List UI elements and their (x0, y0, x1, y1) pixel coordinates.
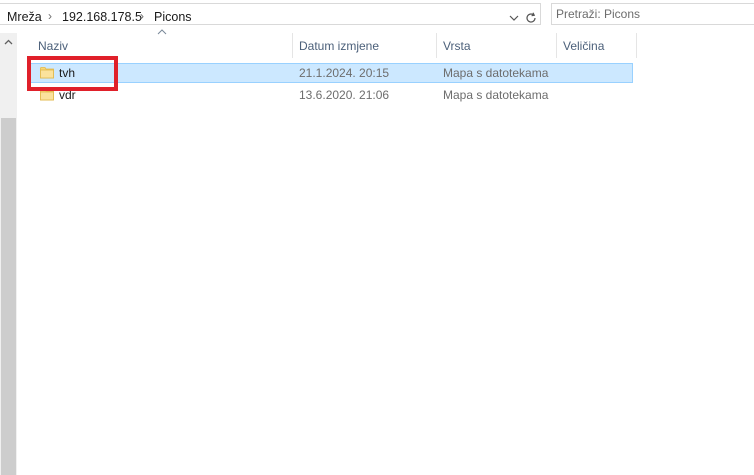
column-header-name[interactable]: Naziv (38, 33, 292, 58)
column-header-date-modified[interactable]: Datum izmjene (299, 33, 436, 58)
column-header-type[interactable]: Vrsta (443, 33, 556, 58)
chevron-right-icon[interactable]: › (48, 9, 52, 23)
refresh-button[interactable] (522, 8, 540, 28)
column-divider[interactable] (292, 33, 293, 58)
address-history-button[interactable] (505, 8, 522, 28)
row-name: tvh (59, 66, 76, 80)
scrollbar-thumb[interactable] (1, 118, 16, 475)
breadcrumb-current-folder[interactable]: Picons (154, 10, 192, 24)
address-bar-row: Mreža › 192.168.178.5 › Picons (0, 0, 754, 29)
breadcrumb-network[interactable]: Mreža (7, 10, 42, 24)
refresh-icon (526, 12, 536, 23)
row-type: Mapa s datotekama (443, 66, 549, 80)
scroll-up-button[interactable] (0, 33, 17, 50)
row-name: vdr (59, 88, 76, 102)
file-list-row-tvh[interactable]: tvh 21.1.2024. 20:15 Mapa s datotekama (30, 63, 633, 83)
folder-icon (40, 67, 54, 79)
chevron-up-icon (4, 39, 13, 44)
search-input[interactable] (556, 4, 746, 24)
row-type: Mapa s datotekama (443, 88, 549, 102)
breadcrumb-host[interactable]: 192.168.178.5 (62, 10, 142, 24)
address-bar[interactable]: Mreža › 192.168.178.5 › Picons (0, 3, 541, 25)
row-date-modified: 21.1.2024. 20:15 (299, 66, 390, 80)
file-list-row-vdr[interactable]: vdr 13.6.2020. 21:06 Mapa s datotekama (30, 85, 633, 105)
column-header-size[interactable]: Veličina (563, 33, 636, 58)
row-date-modified: 13.6.2020. 21:06 (299, 88, 390, 102)
folder-icon (40, 89, 54, 101)
column-divider[interactable] (556, 33, 557, 58)
column-divider[interactable] (436, 33, 437, 58)
column-divider[interactable] (636, 33, 637, 58)
search-box[interactable] (551, 3, 754, 25)
chevron-right-icon[interactable]: › (140, 9, 144, 23)
chevron-down-icon (509, 15, 518, 21)
